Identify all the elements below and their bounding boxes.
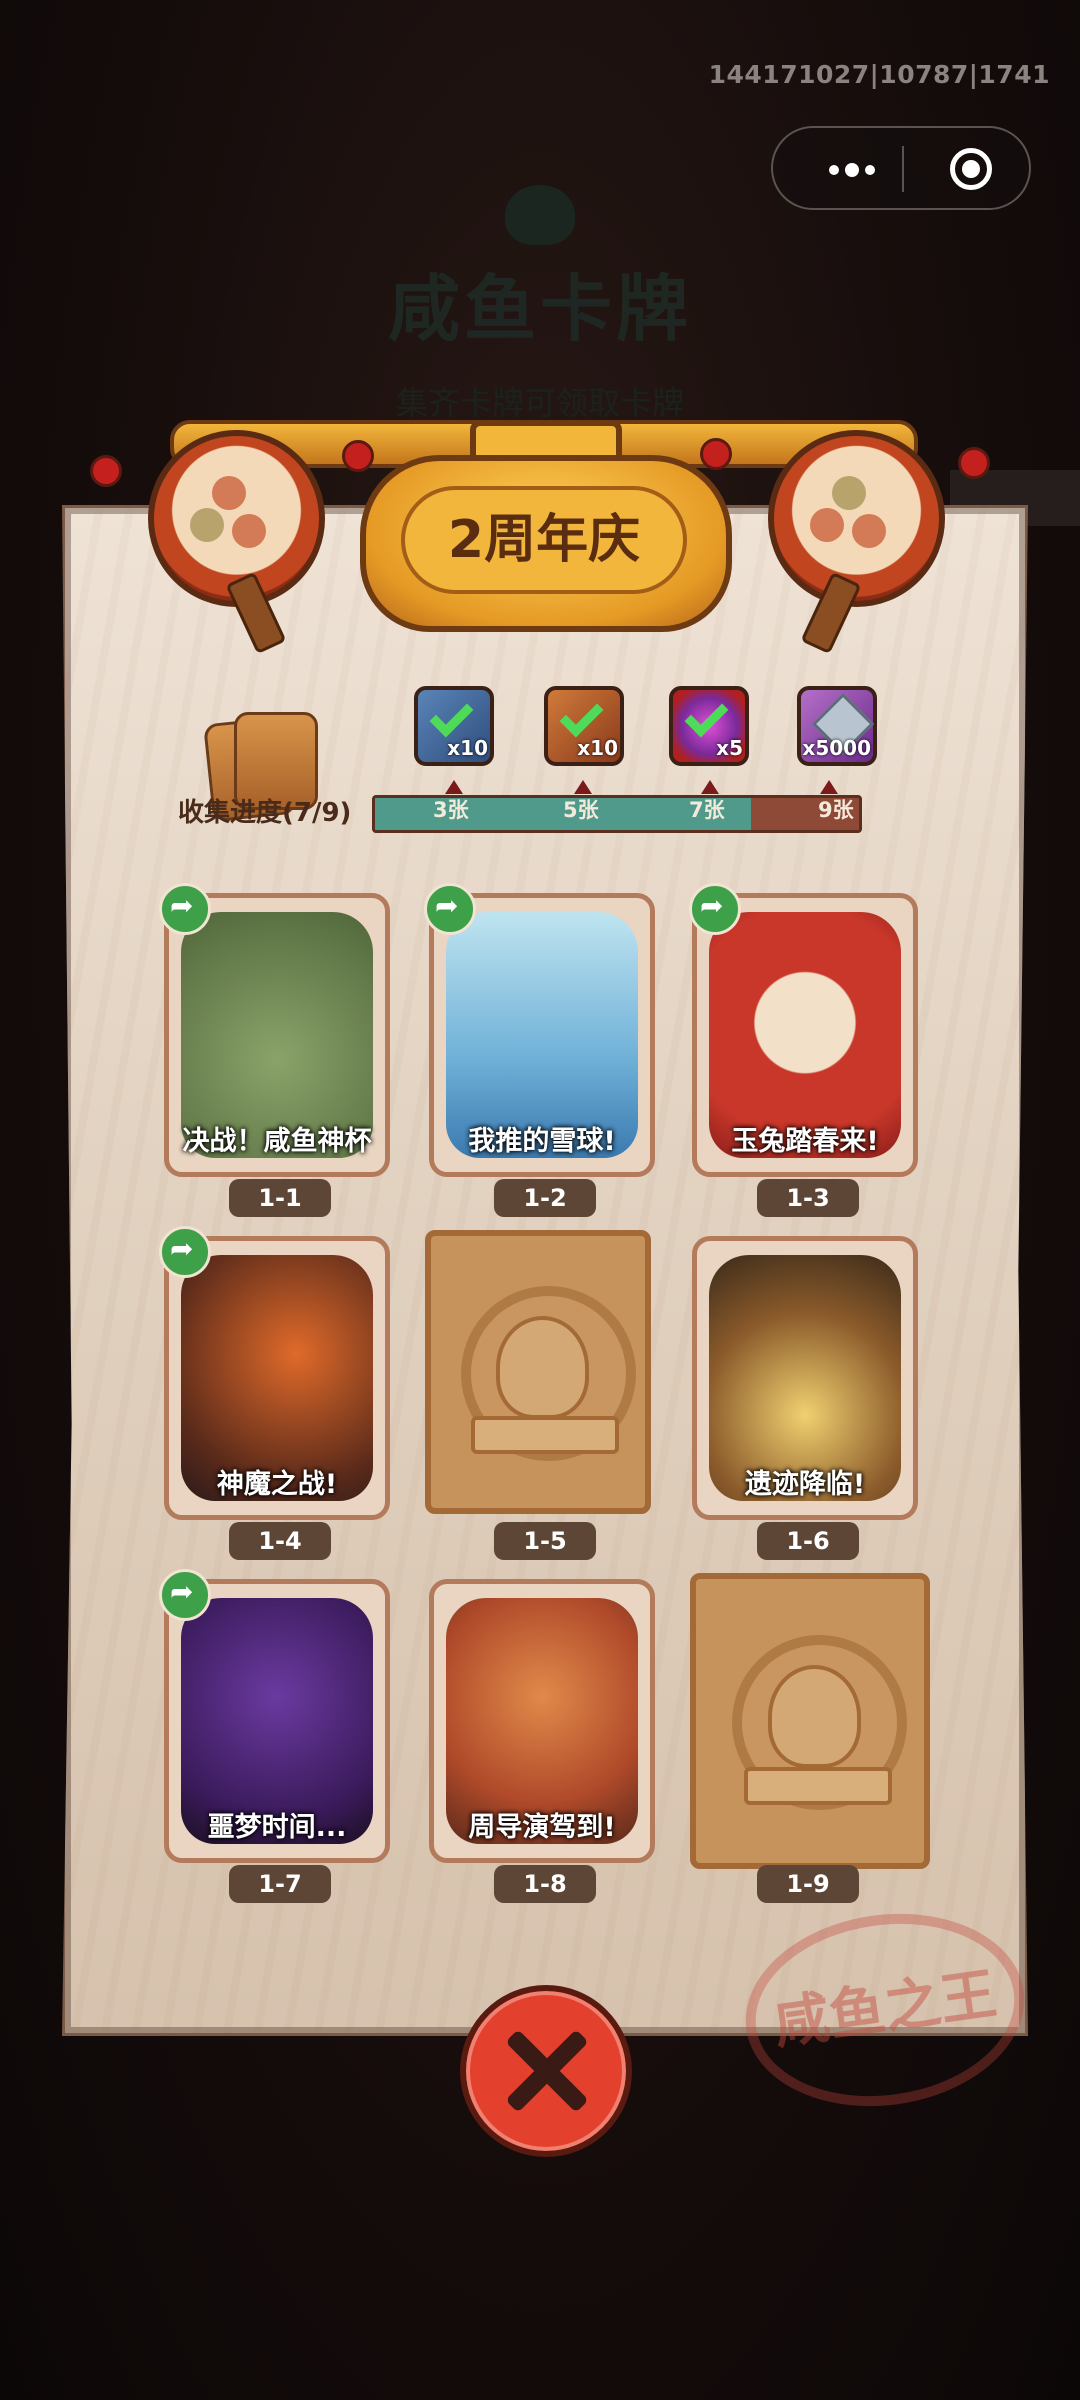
card-code: 1-7 xyxy=(229,1865,331,1903)
background-title: 咸鱼卡牌 xyxy=(387,267,692,351)
banner-title: 2周年庆 xyxy=(401,486,687,594)
reward-count: x5000 xyxy=(802,736,871,760)
card-1-8[interactable]: 周导演驾到! xyxy=(429,1579,655,1863)
card-caption: 神魔之战! xyxy=(216,1469,338,1500)
capsule-divider xyxy=(902,146,904,192)
card-caption: 玉兔踏春来! xyxy=(731,1126,879,1157)
milestone-pointer xyxy=(820,780,838,794)
card-caption: 决战！咸鱼神杯 xyxy=(182,1126,372,1157)
milestone-label: 7张 xyxy=(689,798,725,822)
more-dots-icon[interactable] xyxy=(803,128,903,208)
claimed-check-icon xyxy=(684,693,729,738)
claimed-check-icon xyxy=(429,693,474,738)
card-caption: 我推的雪球! xyxy=(468,1126,616,1157)
card-1-9-locked[interactable] xyxy=(690,1573,930,1869)
background-subtitle: 集齐卡牌可领取卡牌 xyxy=(395,384,684,422)
claimed-check-icon xyxy=(559,693,604,738)
card-caption: 周导演驾到! xyxy=(468,1812,616,1843)
anniversary-plaque: 2周年庆 xyxy=(360,455,732,632)
milestone-pointer xyxy=(445,780,463,794)
milestone-label: 5张 xyxy=(563,798,599,822)
card-1-6[interactable]: 遗迹降临! xyxy=(692,1236,918,1520)
milestone-label: 3张 xyxy=(433,798,469,822)
reward-chest-icon[interactable]: x10 xyxy=(414,686,494,766)
locked-fish-icon xyxy=(768,1665,861,1768)
milestone-pointer xyxy=(701,780,719,794)
knob xyxy=(700,438,732,470)
card-1-1[interactable]: 决战！咸鱼神杯 xyxy=(164,893,390,1177)
card-code: 1-3 xyxy=(757,1179,859,1217)
card-1-5-locked[interactable] xyxy=(425,1230,651,1514)
card-code: 1-5 xyxy=(494,1522,596,1560)
card-code: 1-4 xyxy=(229,1522,331,1560)
card-code: 1-2 xyxy=(494,1179,596,1217)
card-code: 1-9 xyxy=(757,1865,859,1903)
knob xyxy=(958,447,990,479)
share-arrow-icon[interactable] xyxy=(159,1226,211,1278)
card-code: 1-1 xyxy=(229,1179,331,1217)
progress-label: 收集进度(7/9) xyxy=(178,798,352,828)
card-caption: 遗迹降临! xyxy=(744,1469,866,1500)
card-1-3[interactable]: 玉兔踏春来! xyxy=(692,893,918,1177)
reward-orb-icon[interactable]: x5 xyxy=(669,686,749,766)
close-x-icon[interactable] xyxy=(460,1985,632,2157)
target-circle-icon[interactable] xyxy=(923,128,1023,208)
share-arrow-icon[interactable] xyxy=(159,1569,211,1621)
knob xyxy=(90,455,122,487)
user-id-text: 144171027|10787|1741 xyxy=(708,60,1050,89)
right-drum-icon xyxy=(768,430,945,607)
mini-program-capsule xyxy=(771,126,1031,210)
card-code: 1-8 xyxy=(494,1865,596,1903)
share-arrow-icon[interactable] xyxy=(424,883,476,935)
milestone-label: 9张 xyxy=(818,798,854,822)
locked-fish-icon xyxy=(496,1316,589,1419)
card-code: 1-6 xyxy=(757,1522,859,1560)
knob xyxy=(342,440,374,472)
reward-count: x5 xyxy=(716,736,743,760)
share-arrow-icon[interactable] xyxy=(159,883,211,935)
share-arrow-icon[interactable] xyxy=(689,883,741,935)
reward-scroll-icon[interactable]: x10 xyxy=(544,686,624,766)
card-1-7[interactable]: 噩梦时间... xyxy=(164,1579,390,1863)
card-caption: 噩梦时间... xyxy=(207,1812,347,1843)
card-1-2[interactable]: 我推的雪球! xyxy=(429,893,655,1177)
reward-diamond-icon[interactable]: x5000 xyxy=(797,686,877,766)
reward-count: x10 xyxy=(447,736,488,760)
logo-icon xyxy=(505,185,575,245)
card-1-4[interactable]: 神魔之战! xyxy=(164,1236,390,1520)
reward-count: x10 xyxy=(577,736,618,760)
milestone-pointer xyxy=(574,780,592,794)
